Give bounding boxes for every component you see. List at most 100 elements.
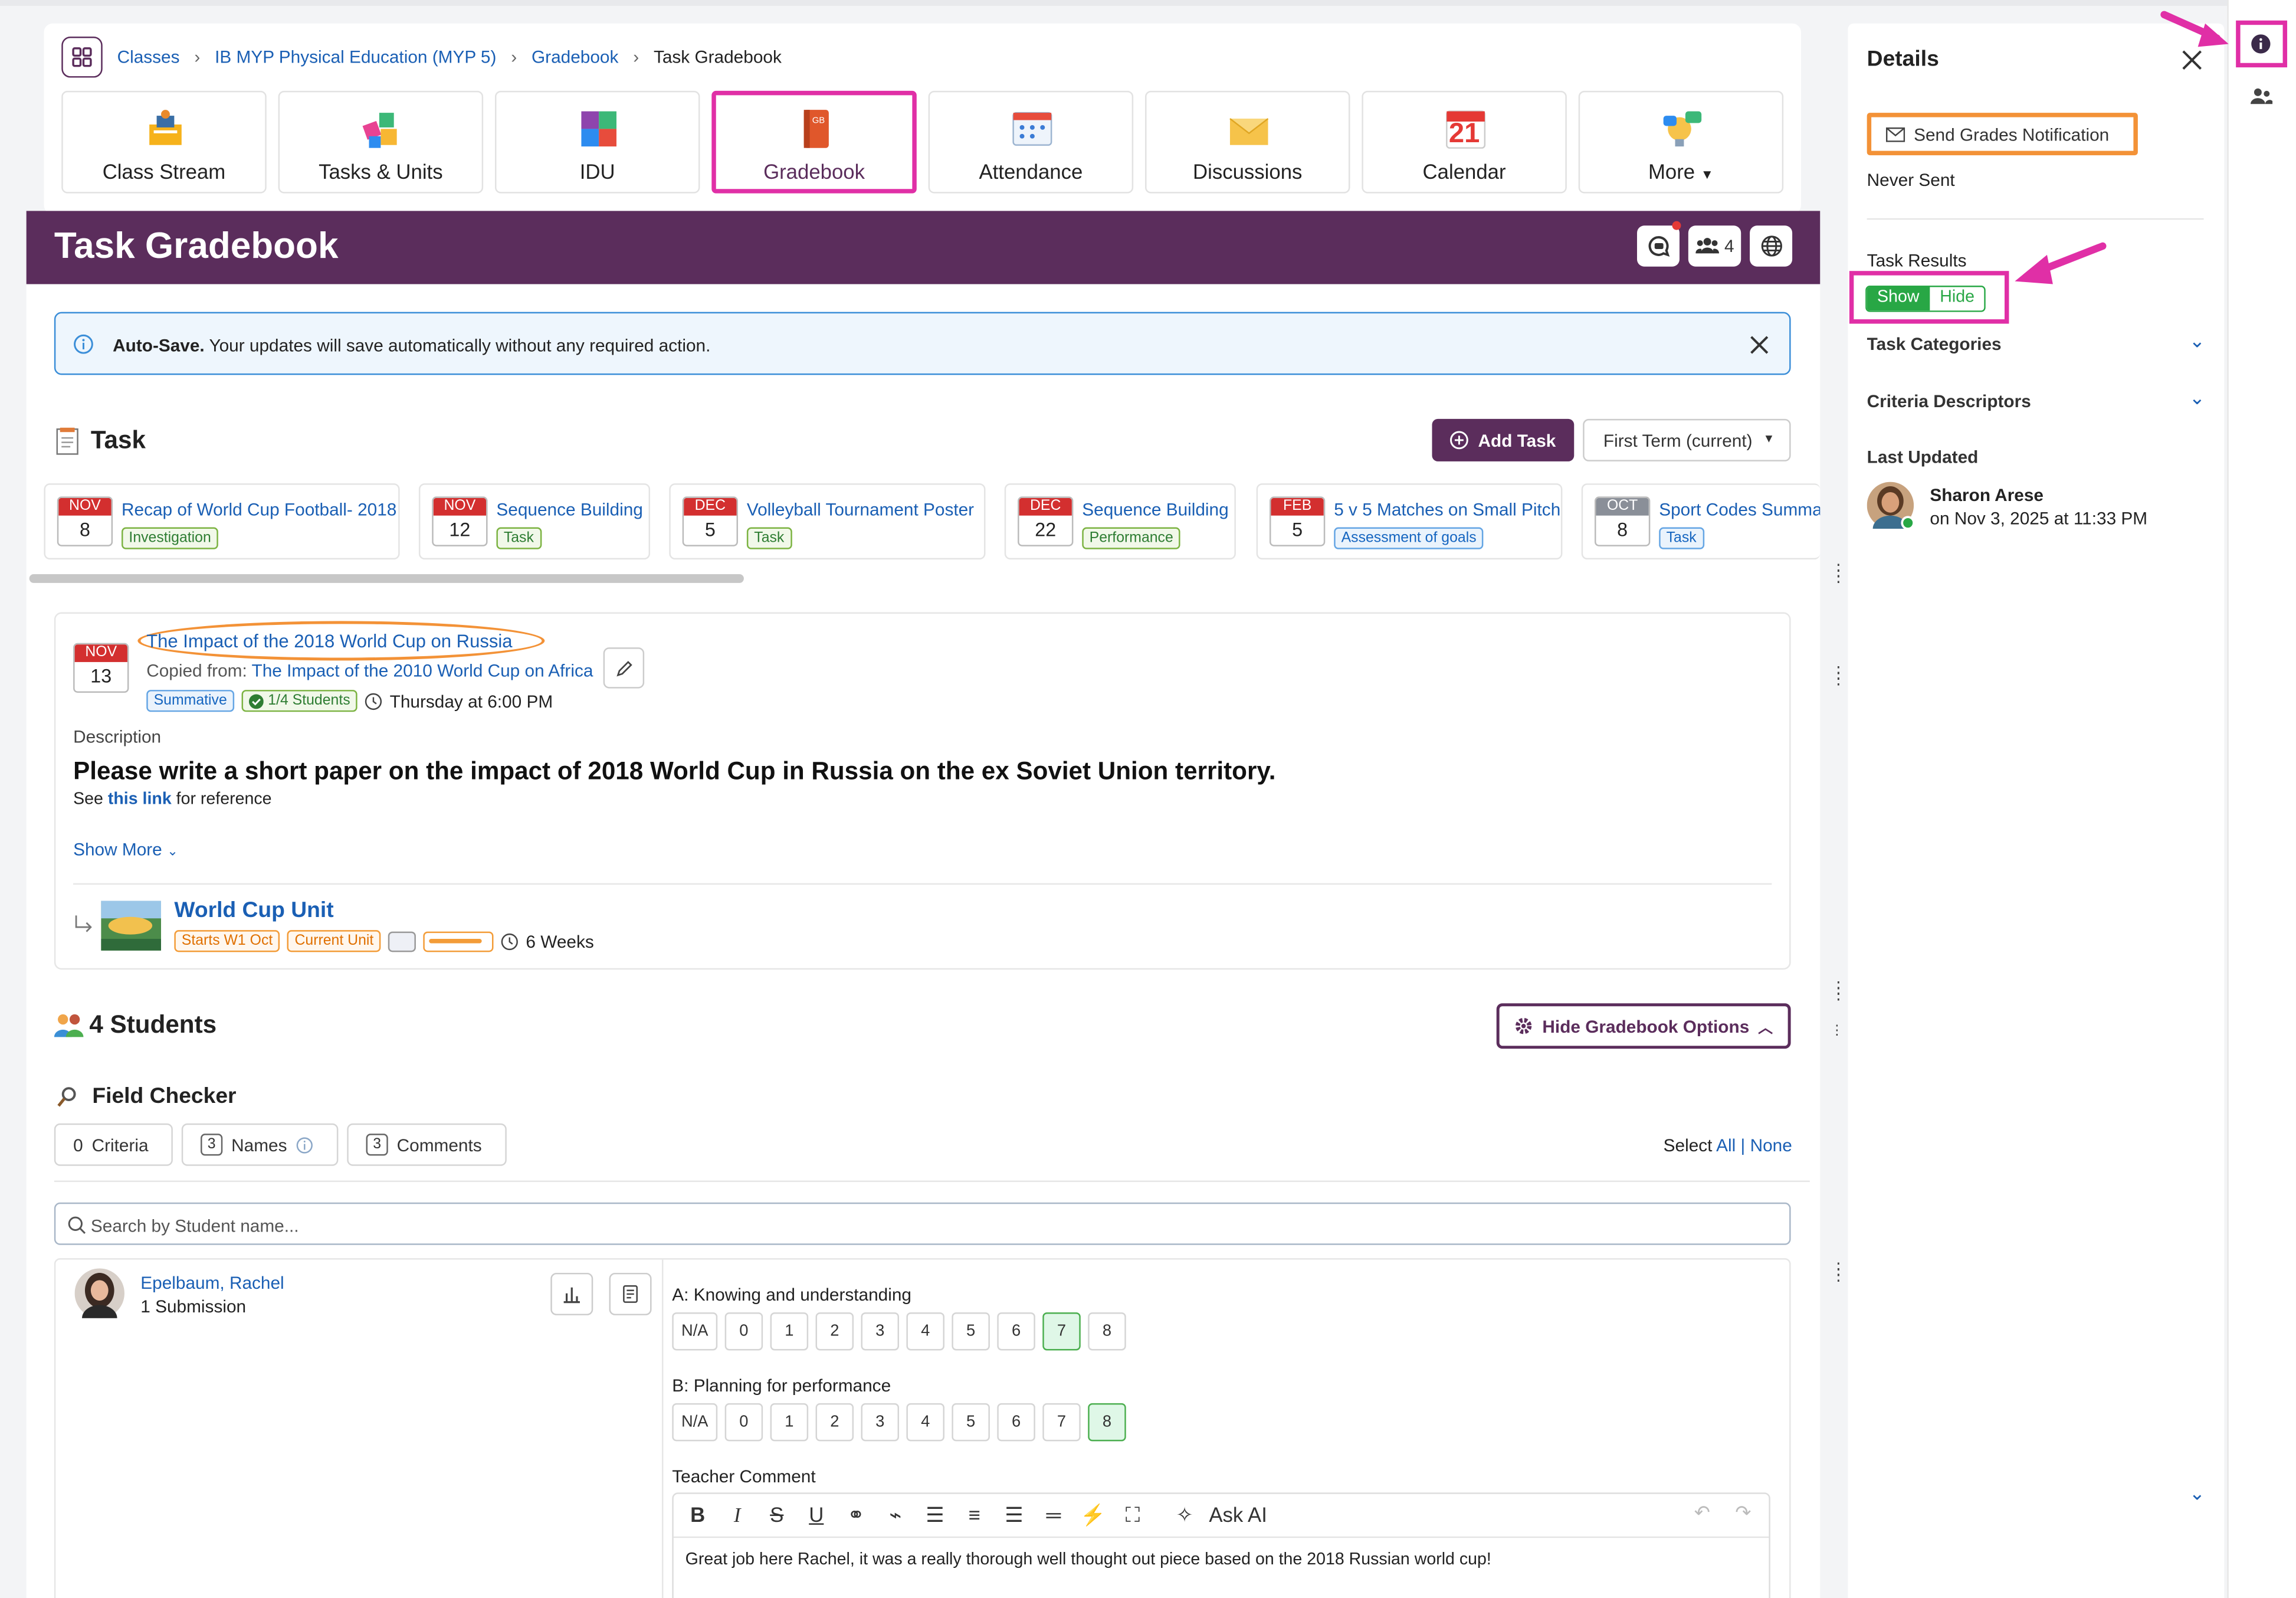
- align-icon[interactable]: ☰: [994, 1503, 1034, 1528]
- reference-link[interactable]: this link: [108, 791, 172, 808]
- breadcrumb-gradebook[interactable]: Gradebook: [532, 47, 618, 67]
- grade-option[interactable]: 5: [952, 1312, 990, 1351]
- task-chip[interactable]: FEB 5 5 v 5 Matches on Small Pitch Assess…: [1256, 483, 1563, 560]
- users-icon[interactable]: [2249, 88, 2273, 106]
- nav-attendance[interactable]: Attendance: [928, 90, 1134, 194]
- hide-gradebook-options-button[interactable]: Hide Gradebook Options ︿: [1496, 1003, 1791, 1049]
- criteria-filter-button[interactable]: 0 Criteria: [54, 1123, 173, 1166]
- grade-option[interactable]: N/A: [672, 1312, 718, 1351]
- members-button[interactable]: 4: [1688, 225, 1741, 267]
- comments-filter-button[interactable]: 3 Comments: [347, 1123, 507, 1166]
- bold-icon[interactable]: B: [678, 1503, 717, 1527]
- fullscreen-icon[interactable]: ⛶: [1113, 1503, 1152, 1528]
- nav-idu[interactable]: IDU: [494, 90, 700, 194]
- task-chip-title[interactable]: Sequence Building: [1082, 499, 1228, 520]
- chevron-down-icon[interactable]: ⌄: [2189, 1482, 2205, 1506]
- grade-option[interactable]: 1: [770, 1403, 809, 1442]
- nav-calendar[interactable]: 21 Calendar: [1362, 90, 1567, 194]
- grade-option[interactable]: 0: [724, 1403, 763, 1442]
- task-chip[interactable]: OCT 8 Sport Codes Summat Task: [1581, 483, 1821, 560]
- criteria-descriptors-label[interactable]: Criteria Descriptors: [1867, 391, 2031, 412]
- notes-button[interactable]: [609, 1272, 652, 1315]
- bullet-list-icon[interactable]: ☰: [915, 1503, 955, 1528]
- nav-class-stream[interactable]: Class Stream: [61, 90, 267, 194]
- nav-tasks-units[interactable]: Tasks & Units: [278, 90, 484, 194]
- task-categories-label[interactable]: Task Categories: [1867, 334, 2002, 355]
- student-name-link[interactable]: Epelbaum, Rachel: [140, 1273, 284, 1294]
- edit-task-button[interactable]: [603, 647, 645, 689]
- resize-handle[interactable]: ⋮ ⋮: [1831, 981, 1846, 1003]
- task-chip[interactable]: NOV 12 Sequence Building Task: [418, 483, 651, 560]
- horizontal-rule-icon[interactable]: ═: [1034, 1503, 1073, 1527]
- grade-option-selected[interactable]: 8: [1088, 1403, 1126, 1442]
- comment-editor[interactable]: B I S U ⚭ ⌁ ☰ ≡ ☰ ═ ⚡ ⛶ ✧ Ask AI ↶ ↷ Great job here…: [672, 1492, 1770, 1598]
- chevron-down-icon[interactable]: ⌄: [2189, 387, 2205, 410]
- grade-option[interactable]: 3: [861, 1403, 900, 1442]
- task-chip[interactable]: DEC 22 Sequence Building Performance: [1004, 483, 1236, 560]
- task-chip-title[interactable]: Sport Codes Summat: [1659, 499, 1820, 520]
- grade-option[interactable]: N/A: [672, 1403, 718, 1442]
- term-select[interactable]: First Term (current) ▼: [1583, 418, 1791, 461]
- copied-from-link[interactable]: The Impact of the 2010 World Cup on Afri…: [251, 660, 593, 681]
- chevron-down-icon[interactable]: ⌄: [2189, 329, 2205, 353]
- underline-icon[interactable]: U: [796, 1503, 836, 1527]
- redo-icon[interactable]: ↷: [1735, 1501, 1751, 1525]
- hide-toggle[interactable]: Hide: [1929, 287, 1985, 311]
- nav-discussions[interactable]: Discussions: [1145, 90, 1350, 194]
- grade-option[interactable]: 2: [815, 1312, 854, 1351]
- grade-option[interactable]: 4: [906, 1312, 944, 1351]
- task-chip-title[interactable]: Recap of World Cup Football- 2018: [122, 499, 396, 520]
- info-circle-icon[interactable]: [2251, 34, 2271, 54]
- grade-option[interactable]: 0: [724, 1312, 763, 1351]
- apps-grid-button[interactable]: [61, 37, 103, 78]
- grade-option[interactable]: 1: [770, 1312, 809, 1351]
- clear-format-icon[interactable]: ⚡: [1073, 1503, 1113, 1528]
- task-chip-title[interactable]: 5 v 5 Matches on Small Pitch: [1334, 499, 1560, 520]
- grade-option[interactable]: 6: [997, 1403, 1035, 1442]
- grade-option[interactable]: 4: [906, 1403, 944, 1442]
- nav-more[interactable]: More ▼: [1578, 90, 1784, 194]
- task-chip[interactable]: NOV 8 Recap of World Cup Football- 2018 I…: [44, 483, 400, 560]
- grade-option[interactable]: 8: [1088, 1312, 1126, 1351]
- analytics-button[interactable]: [550, 1272, 593, 1315]
- highlight-icon[interactable]: ⌁: [875, 1503, 915, 1528]
- unit-title-link[interactable]: World Cup Unit: [174, 898, 333, 923]
- chat-button[interactable]: [1636, 221, 1681, 267]
- show-more-button[interactable]: Show More ⌄: [73, 839, 178, 860]
- italic-icon[interactable]: I: [717, 1506, 757, 1530]
- close-icon[interactable]: [1749, 334, 1770, 356]
- resize-handle[interactable]: ⋮ ⋮: [1831, 666, 1846, 687]
- numbered-list-icon[interactable]: ≡: [955, 1503, 994, 1527]
- select-all-link[interactable]: All: [1716, 1135, 1736, 1156]
- names-filter-button[interactable]: 3 Names: [181, 1123, 339, 1166]
- ask-ai-button[interactable]: ✧ Ask AI: [1165, 1503, 1267, 1528]
- undo-icon[interactable]: ↶: [1694, 1501, 1710, 1525]
- add-task-button[interactable]: Add Task: [1432, 418, 1575, 461]
- grade-option[interactable]: 3: [861, 1312, 900, 1351]
- task-title-link[interactable]: The Impact of the 2018 World Cup on Russ…: [146, 631, 512, 652]
- resize-handle[interactable]: ⋮ ⋮: [1831, 563, 1846, 585]
- link-icon[interactable]: ⚭: [836, 1503, 875, 1528]
- grade-option[interactable]: 6: [997, 1312, 1035, 1351]
- breadcrumb-class[interactable]: IB MYP Physical Education (MYP 5): [215, 47, 496, 67]
- grade-option-selected[interactable]: 7: [1042, 1312, 1081, 1351]
- student-search[interactable]: Search by Student name...: [54, 1202, 1791, 1245]
- comment-text[interactable]: Great job here Rachel, it was a really t…: [685, 1551, 1491, 1569]
- nav-gradebook[interactable]: GB Gradebook: [711, 90, 917, 194]
- language-button[interactable]: [1750, 225, 1793, 267]
- resize-handle[interactable]: ⋮ ⋮: [1831, 1262, 1846, 1283]
- grade-option[interactable]: 5: [952, 1403, 990, 1442]
- resize-handle[interactable]: ⋮: [1831, 1023, 1844, 1036]
- show-toggle[interactable]: Show: [1867, 287, 1930, 311]
- grade-option[interactable]: 2: [815, 1403, 854, 1442]
- breadcrumb-classes[interactable]: Classes: [117, 47, 180, 67]
- task-chip[interactable]: DEC 5 Volleyball Tournament Poster Task: [669, 483, 986, 560]
- horizontal-scrollbar[interactable]: [29, 574, 744, 583]
- strikethrough-icon[interactable]: S: [757, 1503, 796, 1527]
- send-grades-notification-button[interactable]: Send Grades Notification: [1867, 113, 2138, 156]
- task-chip-title[interactable]: Volleyball Tournament Poster: [747, 499, 974, 520]
- task-chip-title[interactable]: Sequence Building: [496, 499, 642, 520]
- select-none-link[interactable]: None: [1750, 1135, 1792, 1156]
- grade-option[interactable]: 7: [1042, 1403, 1081, 1442]
- search-input[interactable]: Search by Student name...: [91, 1216, 299, 1236]
